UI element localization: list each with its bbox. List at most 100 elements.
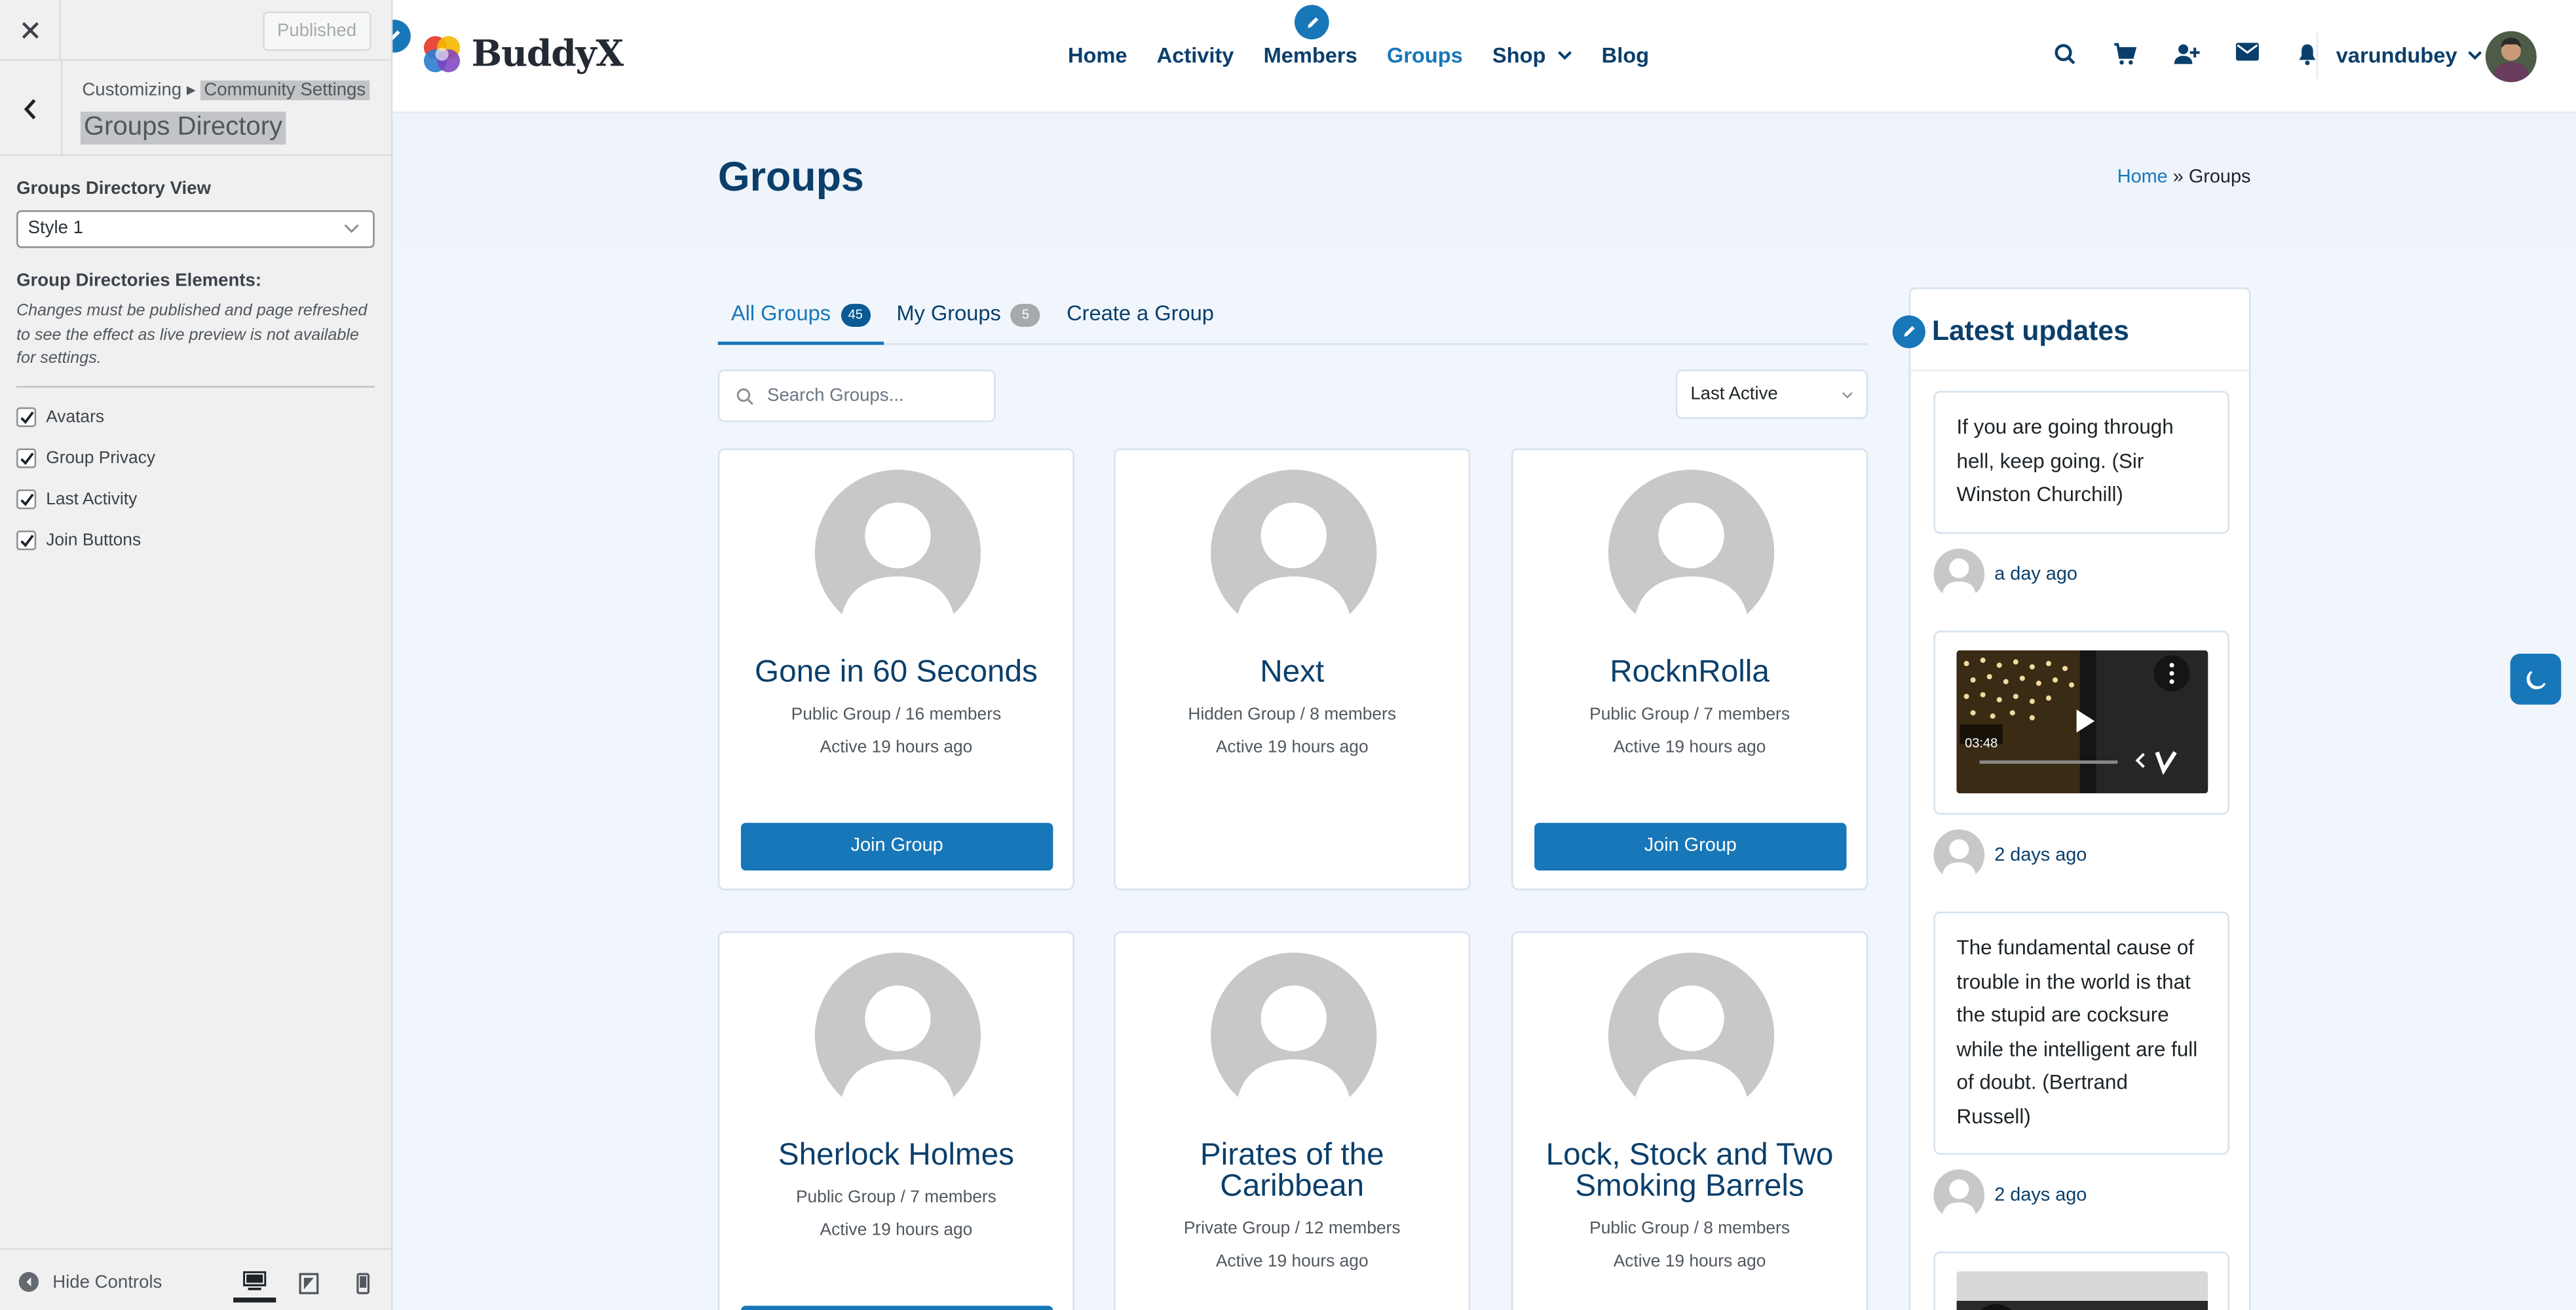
group-name-line: Caribbean [1220, 1169, 1365, 1205]
latest-updates-widget: Latest updates If you are going through … [1892, 287, 2251, 1310]
edit-shortcut-menu[interactable] [1294, 5, 1329, 40]
join-group-button[interactable] [740, 1305, 1053, 1310]
view-select[interactable]: Style 1 [16, 210, 375, 248]
site-logo[interactable]: BuddyX [419, 31, 624, 77]
breadcrumb-prefix: Customizing [82, 80, 182, 100]
search-icon [736, 387, 753, 404]
checkmark-icon[interactable] [16, 530, 37, 551]
mobile-preview-button[interactable] [342, 1263, 385, 1302]
add-friend-icon[interactable] [2155, 43, 2216, 66]
group-card[interactable]: Gone in 60 Seconds Public Group / 16 mem… [717, 448, 1074, 891]
checkbox-label: Last Activity [46, 489, 138, 510]
group-activity: Active 19 hours ago [820, 1220, 973, 1241]
widget-title: Latest updates [1931, 315, 2129, 347]
group-name[interactable]: Next [1116, 657, 1469, 688]
search-placeholder: Search Groups... [767, 386, 904, 406]
sort-select[interactable]: Last Active [1675, 369, 1868, 419]
nav-blog[interactable]: Blog [1602, 43, 1649, 67]
nav-members[interactable]: Members [1264, 43, 1357, 67]
group-card[interactable]: Next Hidden Group / 8 members Active 19 … [1114, 448, 1471, 891]
sort-value: Last Active [1690, 384, 1778, 404]
bell-icon[interactable] [2277, 43, 2338, 66]
group-name-line: Pirates of the [1200, 1138, 1384, 1173]
groups-content: All Groups 45 My Groups 5 Create a Group S… [392, 246, 2576, 1310]
chevron-down-icon [1842, 392, 1853, 399]
group-card[interactable]: Pirates of the Caribbean Private Group / … [1114, 931, 1471, 1310]
edit-shortcut-logo[interactable] [392, 20, 411, 53]
panel-title: Groups Directory [80, 111, 286, 145]
group-avatar[interactable] [1211, 952, 1377, 1119]
group-card[interactable]: Lock, Stock and Two Smoking Barrels Publi… [1511, 931, 1868, 1310]
update-avatar[interactable] [1933, 1169, 1985, 1221]
nav-home[interactable]: Home [1068, 43, 1127, 67]
video-player[interactable] [1956, 1271, 2208, 1310]
nav-shop[interactable]: Shop [1492, 43, 1572, 67]
checkbox-last-activity[interactable]: Last Activity [16, 479, 375, 520]
update-time[interactable]: 2 days ago [1994, 845, 2087, 865]
header-divider [2316, 33, 2319, 79]
edit-shortcut-widget[interactable] [1892, 315, 1925, 348]
group-card[interactable]: RocknRolla Public Group / 7 members Acti… [1511, 448, 1868, 891]
update-bubble: The fundamental cause of trouble in the … [1933, 911, 2229, 1155]
checkbox-group-privacy[interactable]: Group Privacy [16, 438, 375, 479]
update-meta: 2 days ago [1933, 829, 2087, 881]
update-time[interactable]: a day ago [1994, 564, 2077, 584]
join-group-button[interactable]: Join Group [740, 823, 1053, 871]
tab-create-group[interactable]: Create a Group [1053, 301, 1227, 345]
mail-icon[interactable] [2216, 43, 2277, 66]
video-player[interactable]: 03:48 [1956, 650, 2208, 794]
group-name[interactable]: RocknRolla [1513, 657, 1866, 688]
group-avatar[interactable] [1608, 470, 1775, 636]
checkbox-avatars[interactable]: Avatars [16, 397, 375, 438]
checkmark-icon[interactable] [16, 407, 37, 427]
group-avatar[interactable] [1608, 952, 1775, 1119]
nav-groups[interactable]: Groups [1387, 43, 1463, 67]
group-avatar[interactable] [1211, 470, 1377, 636]
hide-controls-label: Hide Controls [52, 1272, 162, 1292]
group-card[interactable]: Sherlock Holmes Public Group / 7 members… [717, 931, 1074, 1310]
view-select-value: Style 1 [28, 218, 83, 238]
back-button[interactable] [0, 60, 63, 157]
cart-icon[interactable] [2094, 43, 2155, 66]
dark-mode-toggle[interactable] [2510, 654, 2562, 705]
buddyx-logo-icon [423, 36, 461, 73]
section-header: Customizing ▸ Community Settings Groups … [0, 60, 391, 157]
update-time[interactable]: 2 days ago [1994, 1185, 2087, 1205]
checkmark-icon[interactable] [16, 448, 37, 468]
group-avatar[interactable] [814, 952, 981, 1119]
join-group-button[interactable]: Join Group [1534, 823, 1847, 871]
update-avatar[interactable] [1933, 829, 1985, 881]
customizer-panel: Published Customizing ▸ Community Settin… [0, 0, 393, 1310]
group-activity: Active 19 hours ago [820, 737, 973, 758]
nav-activity[interactable]: Activity [1157, 43, 1234, 67]
group-name[interactable]: Pirates of the Caribbean [1116, 1140, 1469, 1202]
group-name[interactable]: Gone in 60 Seconds [719, 657, 1072, 688]
tab-my-groups[interactable]: My Groups 5 [883, 301, 1053, 345]
username: varundubey [2336, 43, 2457, 67]
tab-all-groups[interactable]: All Groups 45 [717, 301, 884, 345]
group-avatar[interactable] [814, 470, 981, 636]
search-groups-field[interactable]: Search Groups... [717, 369, 996, 422]
search-icon[interactable] [2034, 43, 2094, 66]
group-activity: Active 19 hours ago [1613, 737, 1766, 758]
desktop-preview-button[interactable] [233, 1263, 276, 1303]
user-avatar[interactable] [2485, 31, 2537, 83]
breadcrumb-home[interactable]: Home [2117, 168, 2168, 187]
group-name[interactable]: Lock, Stock and Two Smoking Barrels [1513, 1140, 1866, 1202]
tablet-preview-button[interactable] [288, 1263, 330, 1302]
customizer-breadcrumb: Customizing ▸ Community Settings [82, 79, 369, 100]
pencil-icon [1904, 326, 1915, 337]
checkbox-join-buttons[interactable]: Join Buttons [16, 520, 375, 561]
hide-controls-button[interactable]: Hide Controls [18, 1271, 162, 1293]
group-name[interactable]: Sherlock Holmes [719, 1140, 1072, 1171]
update-avatar[interactable] [1933, 548, 1985, 600]
group-meta: Public Group / 8 members [1589, 1218, 1790, 1239]
user-menu[interactable]: varundubey [2336, 43, 2482, 67]
group-activity: Active 19 hours ago [1215, 737, 1369, 758]
group-meta: Hidden Group / 8 members [1188, 704, 1397, 724]
close-customizer-button[interactable] [0, 0, 61, 61]
customizer-header: Published [0, 0, 391, 61]
update-meta: 2 days ago [1933, 1169, 2087, 1221]
published-button[interactable]: Published [262, 11, 371, 51]
checkmark-icon[interactable] [16, 489, 37, 510]
